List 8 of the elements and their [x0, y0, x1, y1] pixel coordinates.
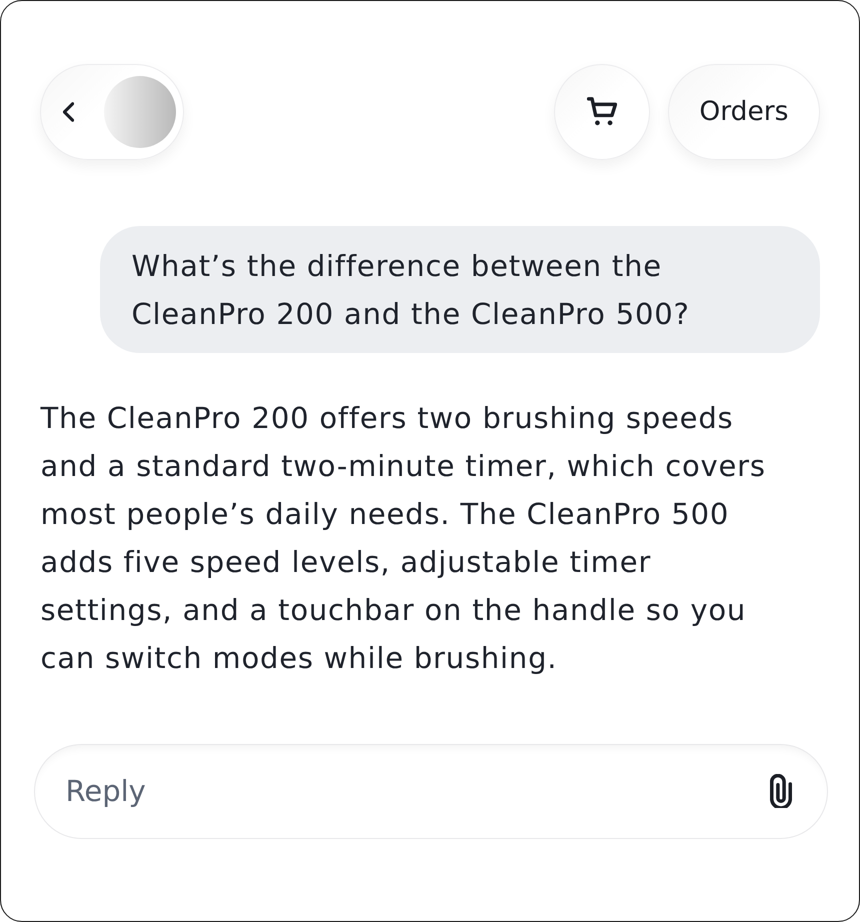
- orders-button[interactable]: Orders: [668, 64, 820, 160]
- paperclip-icon[interactable]: [770, 774, 792, 808]
- cart-icon: [587, 97, 618, 126]
- user-message: What’s the difference between the CleanPro 200 and the CleanPro 500?: [100, 226, 820, 352]
- reply-field[interactable]: Reply: [34, 744, 828, 838]
- avatar-icon: [104, 76, 176, 148]
- assistant-message: The CleanPro 200 offers two brushing speeds and a standard two-minute timer, which covers most people’s daily needs. The CleanPro 500 adds five speed levels, adjustable timer settings, and a touchbar on the handle so you can switch modes while brushing.: [40, 400, 767, 676]
- chevron-left-icon: [62, 102, 74, 122]
